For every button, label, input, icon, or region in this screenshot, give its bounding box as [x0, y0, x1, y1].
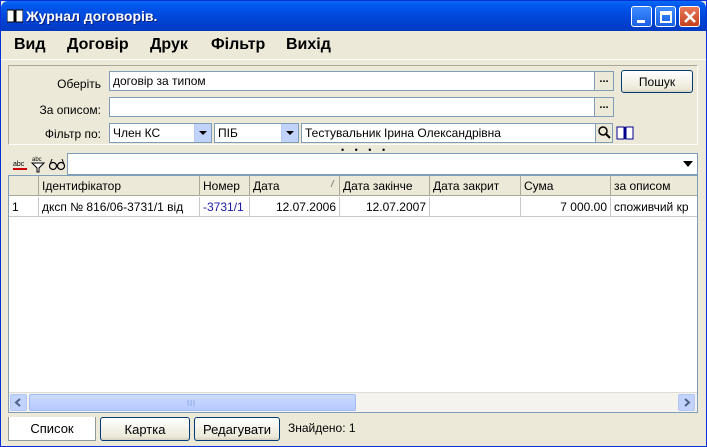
contracts-table[interactable]: Ідентифікатор Номер Дата Дата закінче Да… — [8, 175, 698, 413]
filter-field-select[interactable]: Член КС — [109, 123, 212, 143]
menu-bar: Вид Договір Друк Фільтр Вихід — [1, 32, 706, 60]
menu-view[interactable]: Вид — [14, 36, 46, 54]
filter-by-label: Фільтр по: — [44, 127, 101, 141]
column-header-date-label: Дата — [253, 179, 280, 193]
book-icon — [7, 9, 23, 23]
sort-abc-icon[interactable]: abc — [12, 155, 30, 173]
close-button[interactable] — [679, 6, 700, 27]
tab-list[interactable]: Список — [8, 417, 96, 441]
chevron-down-icon — [683, 161, 693, 167]
column-header-end-date[interactable]: Дата закінче — [340, 176, 430, 196]
minimize-button[interactable] — [631, 6, 652, 27]
open-book-button[interactable] — [616, 124, 634, 142]
menu-exit[interactable]: Вихід — [286, 36, 331, 54]
edit-button[interactable]: Редагувати — [194, 417, 280, 441]
column-header-close-date[interactable]: Дата закрит — [430, 176, 521, 196]
column-header-identifier[interactable]: Ідентифікатор — [39, 176, 200, 196]
chevron-left-icon — [14, 398, 21, 407]
scroll-left-button[interactable] — [10, 394, 27, 411]
date-cell[interactable]: 12.07.2006 — [250, 197, 340, 217]
main-window: Журнал договорів. Вид Договір Друк Фільт… — [0, 0, 707, 447]
row-number-cell[interactable]: 1 — [9, 197, 39, 217]
chevron-down-icon — [281, 124, 298, 142]
filter-value-lookup-button[interactable] — [595, 123, 613, 143]
number-cell[interactable]: -3731/1 — [200, 197, 250, 217]
menu-contract[interactable]: Договір — [67, 36, 129, 54]
magnifier-icon — [598, 126, 611, 139]
svg-text:abc: abc — [32, 157, 42, 163]
close-icon — [684, 11, 696, 23]
menu-print[interactable]: Друк — [150, 36, 188, 54]
title-bar[interactable]: Журнал договорів. — [1, 1, 706, 31]
search-button[interactable]: Пошук — [621, 70, 693, 93]
identifier-cell[interactable]: дксп № 816/06-3731/1 від — [39, 197, 200, 217]
glasses-icon[interactable] — [48, 155, 66, 173]
filter-abc-icon[interactable]: abc — [30, 155, 48, 173]
quick-filter-input[interactable] — [67, 153, 698, 175]
maximize-icon — [660, 11, 672, 23]
horizontal-scrollbar[interactable] — [9, 392, 697, 412]
menu-filter[interactable]: Фільтр — [211, 36, 265, 54]
description-field[interactable] — [109, 97, 595, 117]
bottom-bar: Список Картка Редагувати Знайдено: 1 — [1, 415, 706, 446]
book-icon — [616, 126, 634, 140]
description-label: За описом: — [39, 103, 101, 117]
chevron-down-icon — [194, 124, 211, 142]
filter-value-field[interactable]: Тестувальник Ірина Олександрівна — [301, 123, 597, 143]
amount-cell[interactable]: 7 000.00 — [521, 197, 611, 217]
column-header-amount[interactable]: Сума — [521, 176, 611, 196]
description-browse-button[interactable]: ... — [594, 97, 614, 117]
filter-attribute-select[interactable]: ПІБ — [214, 123, 299, 143]
column-header-number[interactable]: Номер — [200, 176, 250, 196]
select-label: Оберіть — [57, 77, 101, 91]
status-found-count: Знайдено: 1 — [288, 421, 356, 435]
close-date-cell[interactable] — [430, 197, 521, 217]
contract-type-browse-button[interactable]: ... — [594, 71, 614, 91]
filter-field-value: Член КС — [113, 126, 161, 140]
minimize-icon — [637, 20, 645, 23]
column-header-date[interactable]: Дата — [250, 176, 340, 196]
column-header-rownum[interactable] — [9, 176, 39, 196]
contract-type-field[interactable]: договір за типом — [109, 71, 595, 91]
tab-card[interactable]: Картка — [100, 417, 190, 441]
filter-attribute-value: ПІБ — [218, 126, 238, 140]
maximize-button[interactable] — [655, 6, 676, 27]
svg-text:abc: abc — [13, 161, 25, 168]
chevron-right-icon — [684, 398, 691, 407]
grip-icon — [187, 400, 195, 406]
sort-indicator-icon — [330, 180, 335, 188]
end-date-cell[interactable]: 12.07.2007 — [340, 197, 430, 217]
scroll-right-button[interactable] — [678, 394, 695, 411]
description-cell[interactable]: споживчий кр — [611, 197, 697, 217]
scroll-thumb[interactable] — [29, 394, 356, 411]
column-header-description[interactable]: за описом — [611, 176, 697, 196]
window-title: Журнал договорів. — [26, 8, 158, 24]
